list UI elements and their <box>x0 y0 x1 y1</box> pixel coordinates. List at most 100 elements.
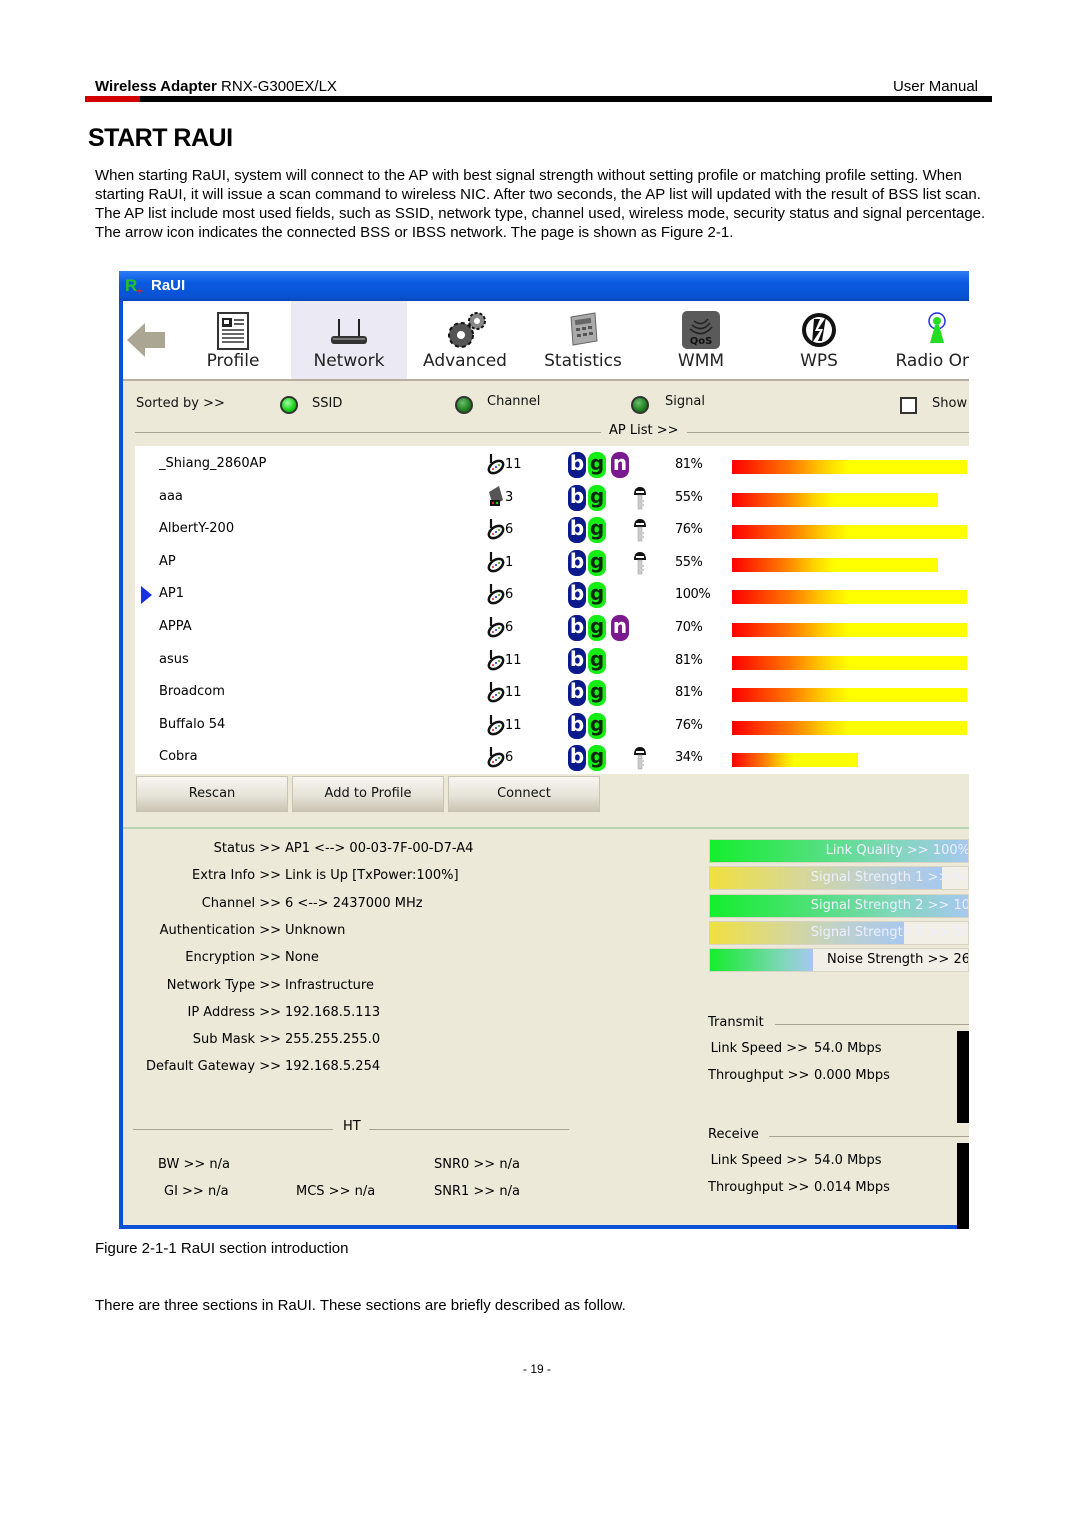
ap-list-row[interactable]: Cobra 6 b g 34% <box>135 741 969 773</box>
mode-n-icon: n <box>611 452 629 478</box>
mode-g-icon: g <box>588 484 606 511</box>
status-field: Extra Info >> Link is Up [TxPower:100%] <box>123 868 703 888</box>
wps-icon <box>799 311 839 351</box>
ap-signal-percent: 81% <box>675 457 703 472</box>
ap-list-row[interactable]: asus 11 b g 81% <box>135 644 969 676</box>
mode-g-icon: g <box>588 680 606 707</box>
status-field: Channel >> 6 <--> 2437000 MHz <box>123 896 703 916</box>
ap-ssid: AlbertY-200 <box>159 521 235 537</box>
raui-window: R + RaUI Profile Network Advanced Statis… <box>119 271 969 1229</box>
status-field-value: 6 <--> 2437000 MHz <box>285 895 423 911</box>
status-field: Network Type >> Infrastructure <box>123 978 703 998</box>
tab-statistics-label: Statistics <box>544 351 622 371</box>
header-rule <box>85 96 992 102</box>
show-label: Show <box>932 396 968 411</box>
signal-meter: Signal Strength 1 >> 60 <box>709 866 969 891</box>
tab-wmm[interactable]: QoS WMM <box>643 301 759 379</box>
ap-list-row[interactable]: _Shiang_2860AP 11 b g n 81% <box>135 448 969 480</box>
ap-ssid: Buffalo 54 <box>159 716 226 732</box>
sort-ssid-radio[interactable] <box>280 396 298 414</box>
receive-graph <box>957 1143 969 1229</box>
transmit-title: Transmit <box>708 1015 764 1030</box>
signal-meter: Noise Strength >> 26 <box>709 948 969 973</box>
status-field-label: Sub Mask >> <box>192 1032 281 1048</box>
transmit-throughput: Throughput >> 0.000 Mbps <box>708 1068 890 1083</box>
status-field-label: Encryption >> <box>185 950 281 966</box>
title-bar: R + RaUI <box>119 271 969 301</box>
meter-label: Noise Strength >> 26 <box>826 952 969 968</box>
header-rule-accent <box>85 96 140 102</box>
mode-g-icon: g <box>588 452 606 478</box>
tab-profile[interactable]: Profile <box>175 301 291 379</box>
ap-list[interactable]: _Shiang_2860AP 11 b g n 81% aaa 3 b g 55% AlbertY-2… <box>135 446 969 774</box>
rescan-button[interactable]: Rescan <box>136 776 288 812</box>
ap-signal-percent: 55% <box>675 489 703 505</box>
mode-b-icon: b <box>568 582 586 609</box>
ap-ssid: APPA <box>159 619 192 634</box>
ap-channel: 1 <box>505 554 514 570</box>
ap-list-row[interactable]: APPA 6 b g n 70% <box>135 611 969 643</box>
signal-meter: Signal Strength 2 >> 10 <box>709 893 969 918</box>
ap-list-row[interactable]: aaa 3 b g 55% <box>135 481 969 513</box>
figure-caption: Figure 2-1-1 RaUI section introduction <box>95 1240 349 1257</box>
mode-b-icon: b <box>568 745 586 772</box>
ap-channel: 6 <box>505 750 514 766</box>
tab-radio-onoff[interactable]: Radio On/ <box>879 301 969 379</box>
ap-list-row[interactable]: AP 1 b g 55% <box>135 546 969 578</box>
status-field-value: 192.168.5.113 <box>285 1004 381 1020</box>
sort-signal-radio[interactable] <box>631 396 649 414</box>
header-model: RNX-G300EX/LX <box>216 78 337 95</box>
meter-label: Signal Strength 2 >> 10 <box>810 897 969 913</box>
ap-list-row[interactable]: Buffalo 54 11 b g 76% <box>135 709 969 741</box>
status-field: Sub Mask >> 255.255.255.0 <box>123 1032 703 1052</box>
ap-signal-bar <box>732 590 967 605</box>
mode-g-icon: g <box>588 615 606 641</box>
back-arrow-button[interactable] <box>127 321 167 359</box>
ap-list-row[interactable]: Broadcom 11 b g 81% <box>135 676 969 708</box>
ap-channel: 6 <box>505 522 514 538</box>
transmit-divider <box>775 1024 969 1025</box>
tab-network[interactable]: Network <box>291 301 407 379</box>
tab-wps-label: WPS <box>800 351 838 371</box>
ap-channel: 11 <box>505 717 522 733</box>
tab-statistics[interactable]: Statistics <box>525 301 641 379</box>
ap-signal-percent: 76% <box>675 522 703 538</box>
gears-icon <box>445 311 486 351</box>
connect-button[interactable]: Connect <box>448 776 600 812</box>
status-field-label: Extra Info >> <box>192 868 281 884</box>
add-to-profile-button[interactable]: Add to Profile <box>292 776 444 812</box>
status-field-value: None <box>285 950 319 966</box>
intro-paragraph: When starting RaUI, system will connect … <box>95 167 986 241</box>
ap-signal-percent: 81% <box>675 652 703 668</box>
sections-paragraph: There are three sections in RaUI. These … <box>95 1297 626 1314</box>
ap-signal-percent: 100% <box>675 587 711 603</box>
mode-g-icon: g <box>588 745 606 772</box>
sort-channel-radio[interactable] <box>455 396 473 414</box>
ap-ssid: AP <box>159 553 176 569</box>
ap-signal-percent: 70% <box>675 620 703 635</box>
ap-signal-bar <box>732 525 967 540</box>
tab-wps[interactable]: WPS <box>761 301 877 379</box>
window-title: RaUI <box>151 277 186 294</box>
ht-gi: GI >> n/a <box>164 1184 229 1199</box>
show-checkbox[interactable] <box>900 397 917 414</box>
radio-antenna-icon <box>917 311 957 351</box>
ap-channel: 11 <box>505 685 522 701</box>
access-point-icon <box>485 681 505 703</box>
sorted-by-label: Sorted by >> <box>136 396 225 411</box>
ap-signal-bar <box>732 460 967 474</box>
svg-text:QoS: QoS <box>690 336 713 347</box>
security-key-icon <box>633 746 647 770</box>
status-field-value: 192.168.5.254 <box>285 1059 381 1075</box>
ap-signal-bar <box>732 753 858 768</box>
status-field-label: IP Address >> <box>187 1004 282 1020</box>
mode-b-icon: b <box>568 647 586 674</box>
ap-list-row[interactable]: AlbertY-200 6 b g 76% <box>135 513 969 545</box>
receive-throughput: Throughput >> 0.014 Mbps <box>708 1180 890 1195</box>
receive-divider <box>769 1136 969 1137</box>
status-field: Authentication >> Unknown <box>123 923 703 943</box>
access-point-icon <box>485 583 505 605</box>
mode-g-icon: g <box>588 582 606 609</box>
tab-advanced[interactable]: Advanced <box>407 301 523 379</box>
ap-list-row[interactable]: AP1 6 b g 100% <box>135 578 969 610</box>
